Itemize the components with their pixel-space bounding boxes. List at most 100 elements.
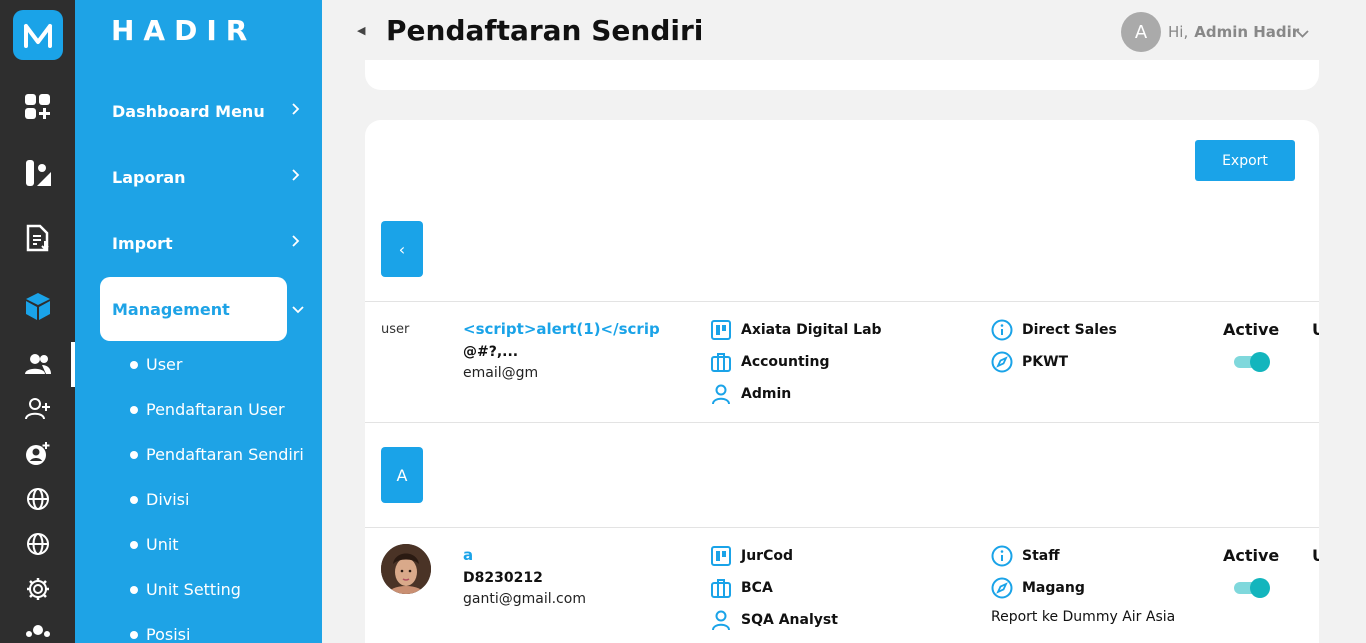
sub-item-label: Posisi: [146, 625, 191, 643]
sidebar-sub-item-pendaftaran-user[interactable]: Pendaftaran User: [130, 400, 285, 419]
sidebar: HADIR Dashboard Menu Laporan Import Mana…: [75, 0, 322, 643]
sub-item-label: User: [146, 355, 183, 374]
status-label: Active: [1223, 320, 1280, 339]
company-name: Axiata Digital Lab: [741, 322, 882, 338]
info-icon: [991, 319, 1013, 341]
company-icon: [710, 319, 732, 341]
globe-icon[interactable]: [22, 528, 54, 560]
compass-icon: [991, 577, 1013, 599]
person-icon: [710, 383, 732, 405]
info-icon: [991, 545, 1013, 567]
contract-info: PKWT: [991, 351, 1068, 373]
user-menu[interactable]: Hi, Admin Hadir: [1168, 23, 1309, 41]
role-label: user: [381, 322, 410, 337]
group-toggle-button[interactable]: ‹: [381, 221, 423, 277]
active-toggle[interactable]: [1234, 351, 1270, 373]
briefcase-icon: [710, 577, 732, 599]
bullet-icon: [130, 450, 138, 459]
report-icon[interactable]: [22, 157, 54, 189]
user-name-link[interactable]: a: [463, 546, 473, 564]
user-add-icon[interactable]: [22, 393, 54, 425]
document-import-icon[interactable]: [22, 222, 54, 254]
company-info: JurCod: [710, 545, 793, 567]
truncated-column-text: U: [1312, 320, 1319, 339]
sidebar-item-import[interactable]: Import: [112, 234, 173, 253]
dashboard-add-icon[interactable]: [22, 91, 54, 123]
sub-item-label: Divisi: [146, 490, 190, 509]
globe-icon[interactable]: [22, 483, 54, 515]
avatar[interactable]: A: [1121, 12, 1161, 52]
person-icon: [710, 609, 732, 631]
results-card: Export ‹ user <script>alert(1)</scrip @#…: [365, 120, 1319, 643]
collapse-sidebar-icon[interactable]: ◀: [357, 24, 365, 37]
department-name: Direct Sales: [1022, 322, 1117, 338]
bullet-icon: [130, 540, 138, 549]
position-info: Admin: [710, 383, 791, 405]
chevron-right-icon: [292, 103, 300, 119]
status-label: Active: [1223, 546, 1280, 565]
division-name: BCA: [741, 580, 773, 596]
chevron-right-icon: [292, 235, 300, 251]
contract-type: PKWT: [1022, 354, 1069, 370]
table-row[interactable]: a D8230212 ganti@gmail.com JurCod BCA SQ…: [365, 528, 1319, 643]
user-settings-icon[interactable]: [22, 438, 54, 470]
bullet-icon: [130, 585, 138, 594]
sidebar-sub-item-pendaftaran-sendiri[interactable]: Pendaftaran Sendiri: [130, 445, 304, 464]
bullet-icon: [130, 495, 138, 504]
toggle-knob: [1250, 578, 1270, 598]
truncated-column-text: U: [1312, 546, 1319, 565]
users-icon[interactable]: [22, 348, 54, 380]
department-name: Staff: [1022, 548, 1060, 564]
icon-rail: [0, 0, 75, 643]
department-info: Staff: [991, 545, 1060, 567]
chevron-right-icon: [292, 169, 300, 185]
sidebar-sub-item-unit[interactable]: Unit: [130, 535, 179, 554]
sidebar-sub-item-unit-setting[interactable]: Unit Setting: [130, 580, 241, 599]
bullet-icon: [130, 405, 138, 414]
sidebar-item-dashboard-menu[interactable]: Dashboard Menu: [112, 102, 265, 121]
company-info: Axiata Digital Lab: [710, 319, 882, 341]
sub-item-label: Unit Setting: [146, 580, 241, 599]
active-toggle[interactable]: [1234, 577, 1270, 599]
division-info: Accounting: [710, 351, 829, 373]
divider: [365, 422, 1319, 423]
user-code: D8230212: [463, 570, 543, 586]
export-button[interactable]: Export: [1195, 140, 1295, 181]
user-name-link[interactable]: <script>alert(1)</scrip: [463, 320, 660, 338]
user-email: ganti@gmail.com: [463, 591, 586, 607]
page-title: Pendaftaran Sendiri: [386, 14, 704, 47]
filter-card: [365, 60, 1319, 90]
app-logo-icon[interactable]: [13, 10, 63, 60]
box-icon[interactable]: [22, 290, 54, 322]
sidebar-sub-item-user[interactable]: User: [130, 355, 182, 374]
position-info: SQA Analyst: [710, 609, 838, 631]
contract-type: Magang: [1022, 580, 1085, 596]
sidebar-sub-item-posisi[interactable]: Posisi: [130, 625, 190, 643]
gear-icon[interactable]: [22, 573, 54, 605]
bullet-icon: [130, 360, 138, 369]
toggle-knob: [1250, 352, 1270, 372]
user-photo: [381, 544, 431, 594]
report-note: Report ke Dummy Air Asia: [991, 609, 1176, 625]
briefcase-icon: [710, 351, 732, 373]
user-name: Admin Hadir: [1194, 23, 1300, 41]
sidebar-item-laporan[interactable]: Laporan: [112, 168, 186, 187]
chevron-down-icon: [1296, 25, 1309, 43]
sidebar-sub-item-divisi[interactable]: Divisi: [130, 490, 189, 509]
department-info: Direct Sales: [991, 319, 1117, 341]
position-name: Admin: [741, 386, 792, 402]
group-letter-button[interactable]: A: [381, 447, 423, 503]
brand-name: HADIR: [111, 14, 257, 47]
greeting-text: Hi,: [1168, 23, 1189, 41]
company-icon: [710, 545, 732, 567]
sidebar-item-management[interactable]: Management: [100, 277, 287, 341]
bullet-icon: [130, 630, 138, 639]
compass-icon: [991, 351, 1013, 373]
sub-item-label: Unit: [146, 535, 179, 554]
division-info: BCA: [710, 577, 773, 599]
group-icon[interactable]: [22, 620, 54, 643]
table-row[interactable]: user <script>alert(1)</scrip @#?,... ema…: [365, 302, 1319, 422]
company-name: JurCod: [741, 548, 793, 564]
position-name: SQA Analyst: [741, 612, 838, 628]
sub-item-label: Pendaftaran User: [146, 400, 285, 419]
